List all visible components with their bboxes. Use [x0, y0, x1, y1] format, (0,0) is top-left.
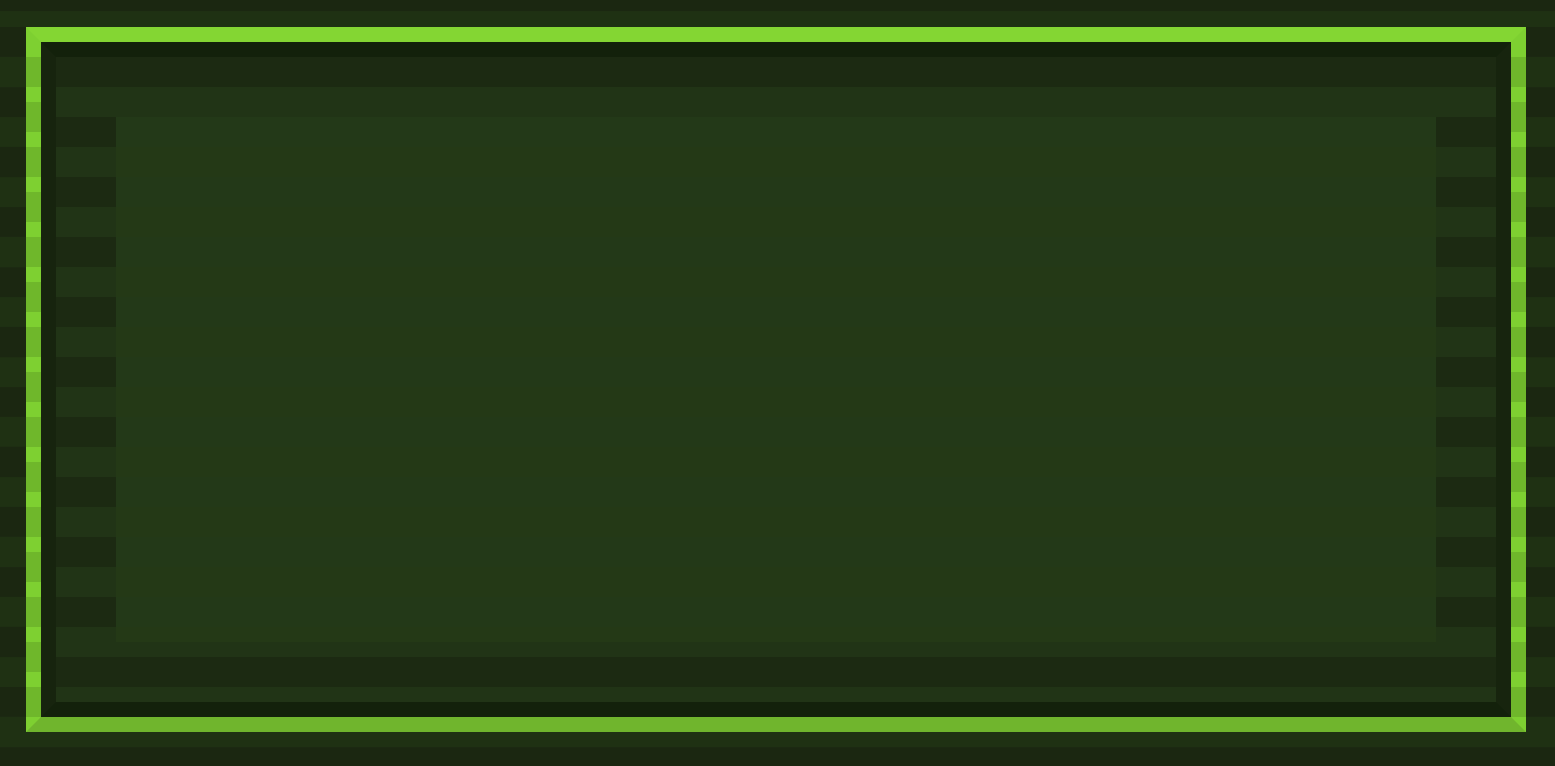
- panel-scanlines: [116, 117, 1436, 642]
- game-screen: [0, 0, 1555, 766]
- content-panel: [116, 117, 1436, 642]
- frame-left-edge: [26, 42, 41, 717]
- frame-right-edge: [1511, 42, 1526, 717]
- panel-frame: [26, 27, 1526, 732]
